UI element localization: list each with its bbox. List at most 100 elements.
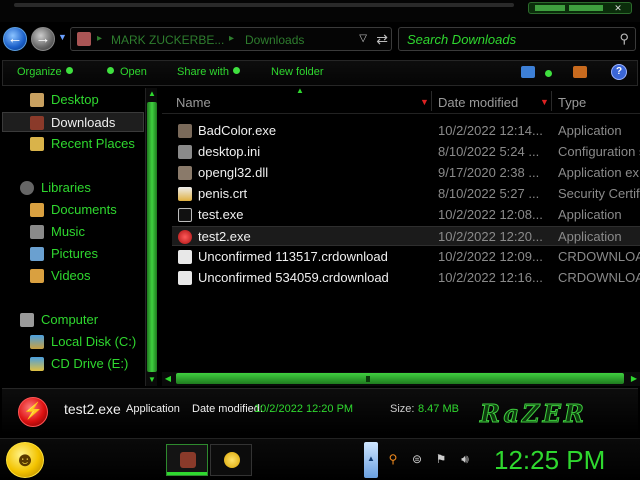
videos-icon (30, 269, 44, 283)
file-row[interactable]: BadColor.exe 10/2/2022 12:14... Applicat… (172, 121, 640, 141)
column-filter-icon[interactable]: ▼ (540, 97, 549, 107)
nav-item-videos[interactable]: Videos (2, 266, 144, 286)
file-row-selected[interactable]: test2.exe 10/2/2022 12:20... Application (172, 226, 640, 246)
scroll-right-icon[interactable]: ▶ (628, 372, 640, 386)
keyboard-tray-icon[interactable]: ⊜ (410, 452, 424, 466)
file-row[interactable]: Unconfirmed 113517.crdownload 10/2/2022 … (172, 247, 640, 267)
nav-pane-scrollbar[interactable]: ▲ ▼ (145, 88, 157, 386)
change-view-icon[interactable] (521, 66, 535, 78)
nav-item-cd-drive[interactable]: CD Drive (E:) (2, 354, 144, 374)
window-controls[interactable]: ✕ (528, 2, 632, 14)
refresh-icon[interactable]: ⇄ (376, 31, 388, 48)
nav-item-computer[interactable]: Computer (2, 310, 144, 330)
exe-icon (178, 124, 192, 138)
column-date-modified[interactable]: Date modified (438, 95, 518, 110)
file-name: opengl32.dll (198, 165, 269, 180)
file-date: 10/2/2022 12:08... (438, 207, 543, 222)
breadcrumb-user[interactable]: MARK ZUCKERBE... (111, 33, 224, 47)
dropdown-dot-icon (232, 67, 240, 74)
navigation-row: ← → ▼ ▸ MARK ZUCKERBE... ▸ Downloads ▽ ⇄… (0, 24, 640, 56)
close-button[interactable]: ✕ (607, 3, 629, 13)
scroll-left-icon[interactable]: ◀ (162, 372, 174, 386)
column-divider[interactable] (551, 91, 552, 111)
scroll-down-icon[interactable]: ▼ (146, 374, 158, 386)
file-date: 9/17/2020 2:38 ... (438, 165, 540, 180)
details-size-value: 8.47 MB (418, 403, 459, 415)
nav-item-label: Computer (41, 312, 99, 327)
pictures-icon (30, 247, 44, 261)
column-type[interactable]: Type (558, 95, 586, 110)
address-dropdown-icon[interactable]: ▽ (359, 33, 367, 44)
back-button[interactable]: ← (3, 27, 27, 51)
view-dropdown-icon[interactable] (545, 70, 552, 77)
breadcrumb-separator-icon[interactable]: ▸ (229, 33, 234, 44)
organize-button[interactable]: Organize (17, 66, 73, 78)
nav-item-libraries[interactable]: Libraries (2, 178, 144, 198)
forward-button[interactable]: → (31, 27, 55, 51)
file-list: ▲ Name ▼ Date modified ▼ Type BadColor.e… (162, 86, 640, 386)
file-row[interactable]: penis.crt 8/10/2022 5:27 ... Security Ce… (172, 184, 640, 204)
maximize-button[interactable] (569, 5, 603, 11)
file-row[interactable]: opengl32.dll 9/17/2020 2:38 ... Applicat… (172, 163, 640, 183)
file-name: Unconfirmed 534059.crdownload (198, 270, 389, 285)
column-filter-icon[interactable]: ▼ (420, 97, 429, 107)
file-date: 10/2/2022 12:14... (438, 123, 543, 138)
nav-item-label: Recent Places (51, 136, 135, 151)
file-icon (178, 271, 192, 285)
taskbar-messenger-button[interactable] (210, 444, 252, 476)
recent-pages-dropdown[interactable]: ▼ (58, 32, 67, 42)
recent-places-icon (30, 137, 44, 151)
search-tray-icon[interactable]: ⚲ (386, 452, 400, 466)
details-size-label: Size: (390, 403, 415, 415)
new-folder-button[interactable]: New folder (271, 66, 324, 78)
open-button[interactable]: Open (107, 66, 147, 78)
taskbar-clock[interactable]: 12:25 PM (494, 445, 605, 476)
nav-item-recent-places[interactable]: Recent Places (2, 134, 144, 154)
nav-item-pictures[interactable]: Pictures (2, 244, 144, 264)
computer-icon (20, 313, 34, 327)
preview-pane-icon[interactable] (573, 66, 587, 78)
volume-icon[interactable]: 🔊︎ (458, 452, 472, 466)
details-date-label: Date modified: (192, 403, 263, 415)
start-button[interactable]: ☻ (6, 442, 44, 478)
help-icon[interactable]: ? (611, 64, 627, 80)
nav-item-label: Downloads (51, 115, 116, 130)
nav-item-local-disk[interactable]: Local Disk (C:) (2, 332, 144, 352)
address-bar[interactable]: ▸ MARK ZUCKERBE... ▸ Downloads ▽ ⇄ (70, 27, 392, 51)
nav-item-label: Music (51, 224, 85, 239)
taskbar-explorer-button[interactable] (166, 444, 208, 476)
column-name[interactable]: Name (176, 95, 211, 110)
scrollbar-thumb[interactable] (176, 373, 624, 384)
breadcrumb-downloads[interactable]: Downloads (245, 33, 304, 47)
horizontal-scrollbar[interactable]: ◀ ▶ (162, 372, 640, 386)
nav-item-label: Desktop (51, 92, 99, 107)
nav-item-music[interactable]: Music (2, 222, 144, 242)
minimize-button[interactable] (535, 5, 565, 11)
show-hidden-icons-button[interactable]: ▲ (364, 442, 378, 478)
nav-item-desktop[interactable]: Desktop (2, 90, 144, 110)
nav-item-downloads[interactable]: Downloads (2, 112, 144, 132)
navigation-pane: Desktop Downloads Recent Places Librarie… (2, 88, 158, 386)
flag-tray-icon[interactable]: ⚑ (434, 452, 448, 466)
scroll-up-icon[interactable]: ▲ (146, 88, 158, 100)
share-with-button[interactable]: Share with (177, 66, 240, 78)
file-row[interactable]: test.exe 10/2/2022 12:08... Application (172, 205, 640, 225)
scrollbar-thumb[interactable] (147, 102, 157, 372)
nav-item-label: Local Disk (C:) (51, 334, 137, 349)
file-date: 10/2/2022 12:09... (438, 249, 543, 264)
scrollbar-grip (366, 376, 370, 382)
sort-indicator-icon: ▲ (296, 86, 304, 95)
file-type: Application ex (558, 165, 639, 180)
file-row[interactable]: Unconfirmed 534059.crdownload 10/2/2022 … (172, 268, 640, 288)
search-input[interactable] (407, 31, 607, 47)
file-date: 10/2/2022 12:20... (438, 229, 543, 244)
nav-item-documents[interactable]: Documents (2, 200, 144, 220)
organize-label: Organize (17, 66, 62, 78)
title-bar: ✕ (0, 0, 640, 22)
search-icon[interactable]: ⚲ (619, 31, 629, 47)
file-row[interactable]: desktop.ini 8/10/2022 5:24 ... Configura… (172, 142, 640, 162)
desktop-icon (30, 93, 44, 107)
column-divider[interactable] (431, 91, 432, 111)
settings-file-icon (178, 145, 192, 159)
breadcrumb-separator-icon[interactable]: ▸ (97, 33, 102, 44)
